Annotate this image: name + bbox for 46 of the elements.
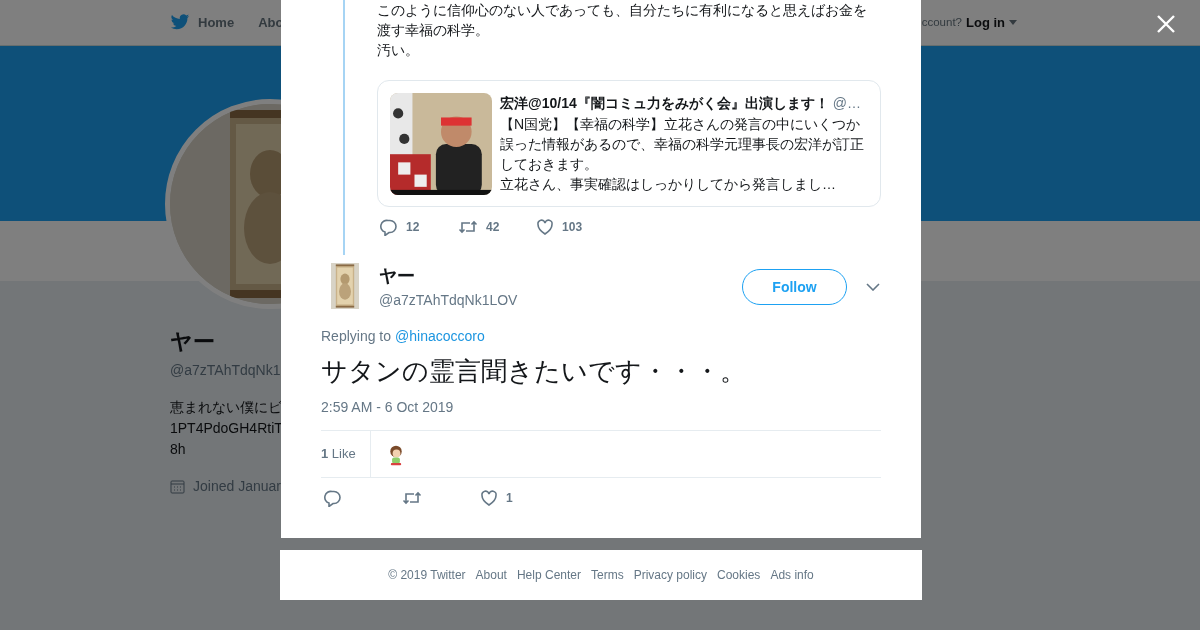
replying-label: Replying to: [321, 327, 392, 346]
reply-icon[interactable]: [380, 218, 399, 236]
footer-link[interactable]: Help Center: [516, 566, 581, 584]
heart-icon[interactable]: [480, 489, 498, 507]
quote-text: 立花さん、事実確認はしっかりしてから発言しまし…: [500, 175, 838, 194]
footer-link[interactable]: Privacy policy: [633, 566, 707, 584]
action-count: 103: [562, 219, 583, 236]
chevron-down-icon[interactable]: [866, 283, 880, 291]
tweet-text: サタンの霊言聞きたいです・・・。: [321, 355, 747, 388]
action-count: 12: [406, 219, 420, 236]
tweet-text: 汚い。: [377, 41, 421, 60]
login-link[interactable]: Log in: [966, 12, 1017, 33]
heart-icon[interactable]: [536, 218, 555, 236]
user-handle: @a7zTAhTdqNk1LOV: [379, 291, 519, 310]
footer-link[interactable]: Ads info: [770, 566, 814, 584]
bird-icon: [170, 14, 190, 31]
calendar-icon: [170, 479, 185, 494]
bio-text: 8h: [170, 440, 186, 459]
action-count: 42: [486, 219, 500, 236]
quote-text: 【N国党】【幸福の科学】立花さんの発言の中にいくつか誤った情報があるので、幸福の科学元理事長の宏洋が訂正しておきます。: [500, 115, 866, 174]
profile-name: ヤー: [170, 328, 215, 356]
retweet-icon[interactable]: [458, 218, 479, 236]
footer-link[interactable]: Terms: [591, 566, 624, 584]
reply-icon[interactable]: [324, 489, 342, 507]
bio-text: 1PT4PdoGH4RtiT: [170, 419, 283, 438]
quote-author: 宏洋@10/14『闇コミュ力をみがく会』出演します！: [500, 94, 829, 113]
tweet-time: 2:59 AM - 6 Oct 2019: [321, 398, 455, 417]
tweet-text: このように信仰心のない人であっても、自分たちに有利になると思えばお金を渡す幸福の科学。: [377, 1, 869, 40]
close-icon[interactable]: [1156, 14, 1176, 34]
bio-text: 恵まれない僕にビ: [170, 398, 282, 417]
retweet-icon[interactable]: [402, 489, 422, 507]
footer-link[interactable]: Cookies: [717, 566, 761, 584]
joined-date: Joined Januar: [193, 477, 281, 496]
profile-handle: @a7zTAhTdqNk1: [170, 361, 281, 380]
nav-link[interactable]: Home: [170, 12, 235, 33]
quote-handle: @…: [832, 94, 861, 113]
account-prompt: ccount?: [921, 14, 962, 30]
likes-link[interactable]: 1 Like: [321, 431, 371, 477]
user-name: ヤー: [379, 265, 416, 288]
action-count: 1: [506, 490, 513, 507]
mention-link[interactable]: @hinacoccoro: [395, 326, 485, 347]
caret-icon: [1009, 20, 1017, 25]
footer-link[interactable]: About: [475, 566, 507, 584]
copyright-text: © 2019 Twitter: [388, 567, 466, 584]
quoted-tweet[interactable]: 宏洋@10/14『闇コミュ力をみがく会』出演します！ @… 【N国党】【幸福の科学】立花さんの発言の中にいくつか誤った情報があるので、幸福の科学元理事長の宏洋が訂正しておきます。 立花さん、事実確認はしっかりしてから発言しまし…: [377, 80, 881, 207]
follow-button[interactable]: Follow: [742, 269, 847, 305]
